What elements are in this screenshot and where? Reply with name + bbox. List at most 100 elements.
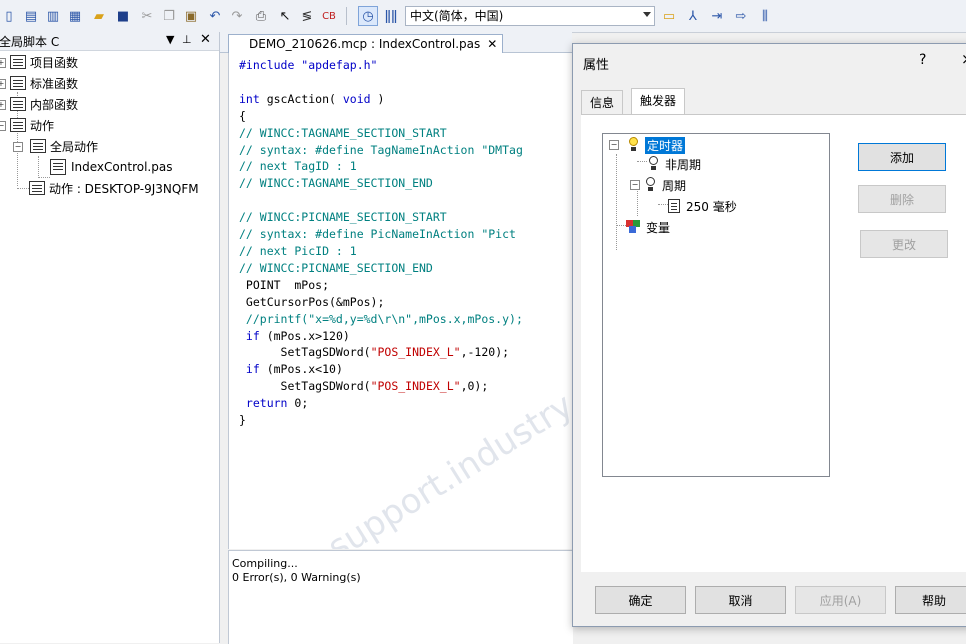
new-project-icon[interactable]: ▤ bbox=[22, 7, 40, 25]
code-comment: // WINCC:PICNAME_SECTION_START bbox=[239, 210, 447, 225]
tree-item-project-functions[interactable]: + 项目函数 bbox=[0, 52, 78, 72]
action-icon bbox=[30, 139, 46, 153]
code-text: ,0); bbox=[460, 379, 489, 394]
code-text: SetTagSDWord( bbox=[239, 379, 371, 394]
tab-label: DEMO_210626.mcp : IndexControl.pas bbox=[249, 37, 481, 51]
dialog-footer: 确定 取消 应用(A) 帮助 bbox=[573, 572, 966, 626]
tree-item-internal-functions[interactable]: + 内部函数 bbox=[0, 94, 78, 114]
help-button[interactable]: ? bbox=[919, 52, 926, 68]
import-icon[interactable]: ⇥ bbox=[708, 7, 726, 25]
tree-item-computer-actions[interactable]: 动作 : DESKTOP-9J3NQFM bbox=[29, 178, 199, 198]
tree-item-period[interactable]: 250 毫秒 bbox=[668, 197, 737, 215]
undo-icon[interactable]: ↶ bbox=[206, 7, 224, 25]
save-all-icon[interactable]: ▦ bbox=[66, 7, 84, 25]
tree-label: 动作 : DESKTOP-9J3NQFM bbox=[49, 181, 199, 196]
bars-icon[interactable]: ⫼ bbox=[756, 7, 774, 25]
code-comment: // syntax: #define PicNameInAction "Pict bbox=[239, 227, 516, 242]
panel-dropdown-icon[interactable]: ▼ bbox=[166, 33, 174, 46]
pin-icon[interactable]: ⊥ bbox=[182, 33, 192, 46]
tree-item-tag[interactable]: 变量 bbox=[626, 218, 670, 236]
tree-label: 变量 bbox=[646, 220, 671, 235]
tag-cube-icon bbox=[626, 220, 642, 234]
main-toolbar: ▯ ▤ ▥ ▦ ▰ ■ ✂ ❐ ▣ ↶ ↷ ⎙ ↖ ≶ CB ◷ ǁǁ 中文(简… bbox=[0, 0, 966, 33]
info-icon[interactable]: ⅄ bbox=[684, 7, 702, 25]
tree-label: 项目函数 bbox=[30, 55, 79, 70]
tree-line bbox=[637, 161, 647, 162]
paste-icon[interactable]: ▣ bbox=[182, 7, 200, 25]
timer-icon[interactable]: ◷ bbox=[358, 6, 378, 26]
action-icon bbox=[29, 181, 45, 195]
tree-item-timer[interactable]: − 定时器 bbox=[609, 136, 686, 154]
redo-icon[interactable]: ↷ bbox=[228, 7, 246, 25]
save-icon[interactable]: ■ bbox=[114, 7, 132, 25]
expand-icon[interactable]: + bbox=[0, 79, 6, 89]
tab-trigger[interactable]: 触发器 bbox=[631, 88, 686, 115]
tree-item-standard-functions[interactable]: + 标准函数 bbox=[0, 73, 78, 93]
tree-line bbox=[616, 225, 626, 226]
trigger-tree[interactable]: − 定时器 非周期 − 周期 250 毫秒 变量 bbox=[602, 133, 830, 477]
code-line: GetCursorPos(&mPos); bbox=[239, 294, 385, 309]
global-script-panel: 全局脚本 C ▼ ⊥ ✕ + 项目函数 + 标准函数 + 内部函数 − 动作 −… bbox=[0, 32, 220, 643]
code-string: "POS_INDEX_L" bbox=[370, 345, 461, 360]
language-select-value: 中文(简体，中国) bbox=[410, 9, 504, 23]
panel-title: 全局脚本 C bbox=[0, 35, 60, 49]
output-line: Compiling... bbox=[232, 557, 298, 570]
close-button[interactable]: × bbox=[961, 50, 966, 68]
code-comment: //printf("x=%d,y=%d\r\n",mPos.x,mPos.y); bbox=[239, 311, 523, 326]
new-icon[interactable]: ▯ bbox=[0, 7, 18, 25]
code-line: POINT mPos; bbox=[239, 277, 330, 292]
code-comment: // WINCC:PICNAME_SECTION_END bbox=[239, 260, 433, 275]
code-keyword: void bbox=[342, 91, 371, 106]
bulb-icon bbox=[647, 156, 661, 172]
tree-item-global-actions[interactable]: − 全局动作 bbox=[12, 136, 98, 156]
tree-item-cyclic[interactable]: − 周期 bbox=[630, 176, 686, 194]
tree-label: 非周期 bbox=[665, 157, 702, 172]
code-editor[interactable]: support.industry.siemens.com/cs #include… bbox=[228, 53, 573, 549]
code-line: #include "apdefap.h" bbox=[239, 58, 378, 72]
expand-icon[interactable]: + bbox=[0, 100, 6, 110]
help-footer-button[interactable]: 帮助 bbox=[895, 586, 966, 614]
open-icon[interactable]: ▥ bbox=[44, 7, 62, 25]
trigger-icon[interactable]: ǁǁ bbox=[382, 7, 400, 25]
tree-label: IndexControl.pas bbox=[71, 160, 173, 174]
close-icon[interactable]: ✕ bbox=[200, 32, 211, 47]
code-comment: // WINCC:TAGNAME_SECTION_START bbox=[239, 125, 447, 140]
delete-button[interactable]: 删除 bbox=[858, 185, 946, 213]
export-icon[interactable]: ⇨ bbox=[732, 7, 750, 25]
tree-label: 动作 bbox=[30, 118, 55, 133]
code-keyword: int bbox=[239, 91, 260, 106]
tree-item-actions[interactable]: − 动作 bbox=[0, 115, 54, 135]
code-line: { bbox=[239, 108, 246, 123]
change-button[interactable]: 更改 bbox=[860, 230, 948, 258]
language-select[interactable]: 中文(简体，中国) bbox=[405, 6, 655, 26]
ok-button[interactable]: 确定 bbox=[595, 586, 686, 614]
code-text: ) bbox=[370, 91, 385, 106]
collapse-icon[interactable]: − bbox=[609, 140, 619, 150]
print-icon[interactable]: ⎙ bbox=[252, 7, 270, 25]
tree-line bbox=[658, 204, 668, 205]
copy-icon[interactable]: ❐ bbox=[160, 7, 178, 25]
collapse-icon[interactable]: − bbox=[630, 180, 640, 190]
folder-icon[interactable]: ▭ bbox=[660, 7, 678, 25]
tags-icon[interactable]: ≶ bbox=[298, 7, 316, 25]
tab-info[interactable]: 信息 bbox=[581, 90, 624, 115]
collapse-icon[interactable]: − bbox=[13, 142, 23, 152]
cancel-button[interactable]: 取消 bbox=[695, 586, 786, 614]
folder-open-icon[interactable]: ▰ bbox=[90, 7, 108, 25]
tab-index-control[interactable]: DEMO_210626.mcp : IndexControl.pas ✕ bbox=[228, 34, 504, 53]
tree-item-acyclic[interactable]: 非周期 bbox=[647, 155, 701, 173]
tree-item-index-control[interactable]: IndexControl.pas bbox=[50, 157, 172, 177]
dialog-title: 属性 bbox=[583, 58, 610, 73]
cut-icon[interactable]: ✂ bbox=[138, 7, 156, 25]
apply-button[interactable]: 应用(A) bbox=[795, 586, 886, 614]
close-tab-icon[interactable]: ✕ bbox=[487, 35, 497, 53]
code-comment: // syntax: #define TagNameInAction "DMTa… bbox=[239, 142, 523, 157]
add-button[interactable]: 添加 bbox=[858, 143, 946, 171]
action-file-icon bbox=[50, 159, 66, 175]
tree-label: 定时器 bbox=[645, 136, 686, 154]
collapse-icon[interactable]: − bbox=[0, 121, 6, 131]
help-pointer-icon[interactable]: ↖ bbox=[276, 7, 294, 25]
c-compile-icon[interactable]: CB bbox=[320, 7, 338, 25]
code-keyword: return bbox=[239, 396, 288, 411]
expand-icon[interactable]: + bbox=[0, 58, 6, 68]
